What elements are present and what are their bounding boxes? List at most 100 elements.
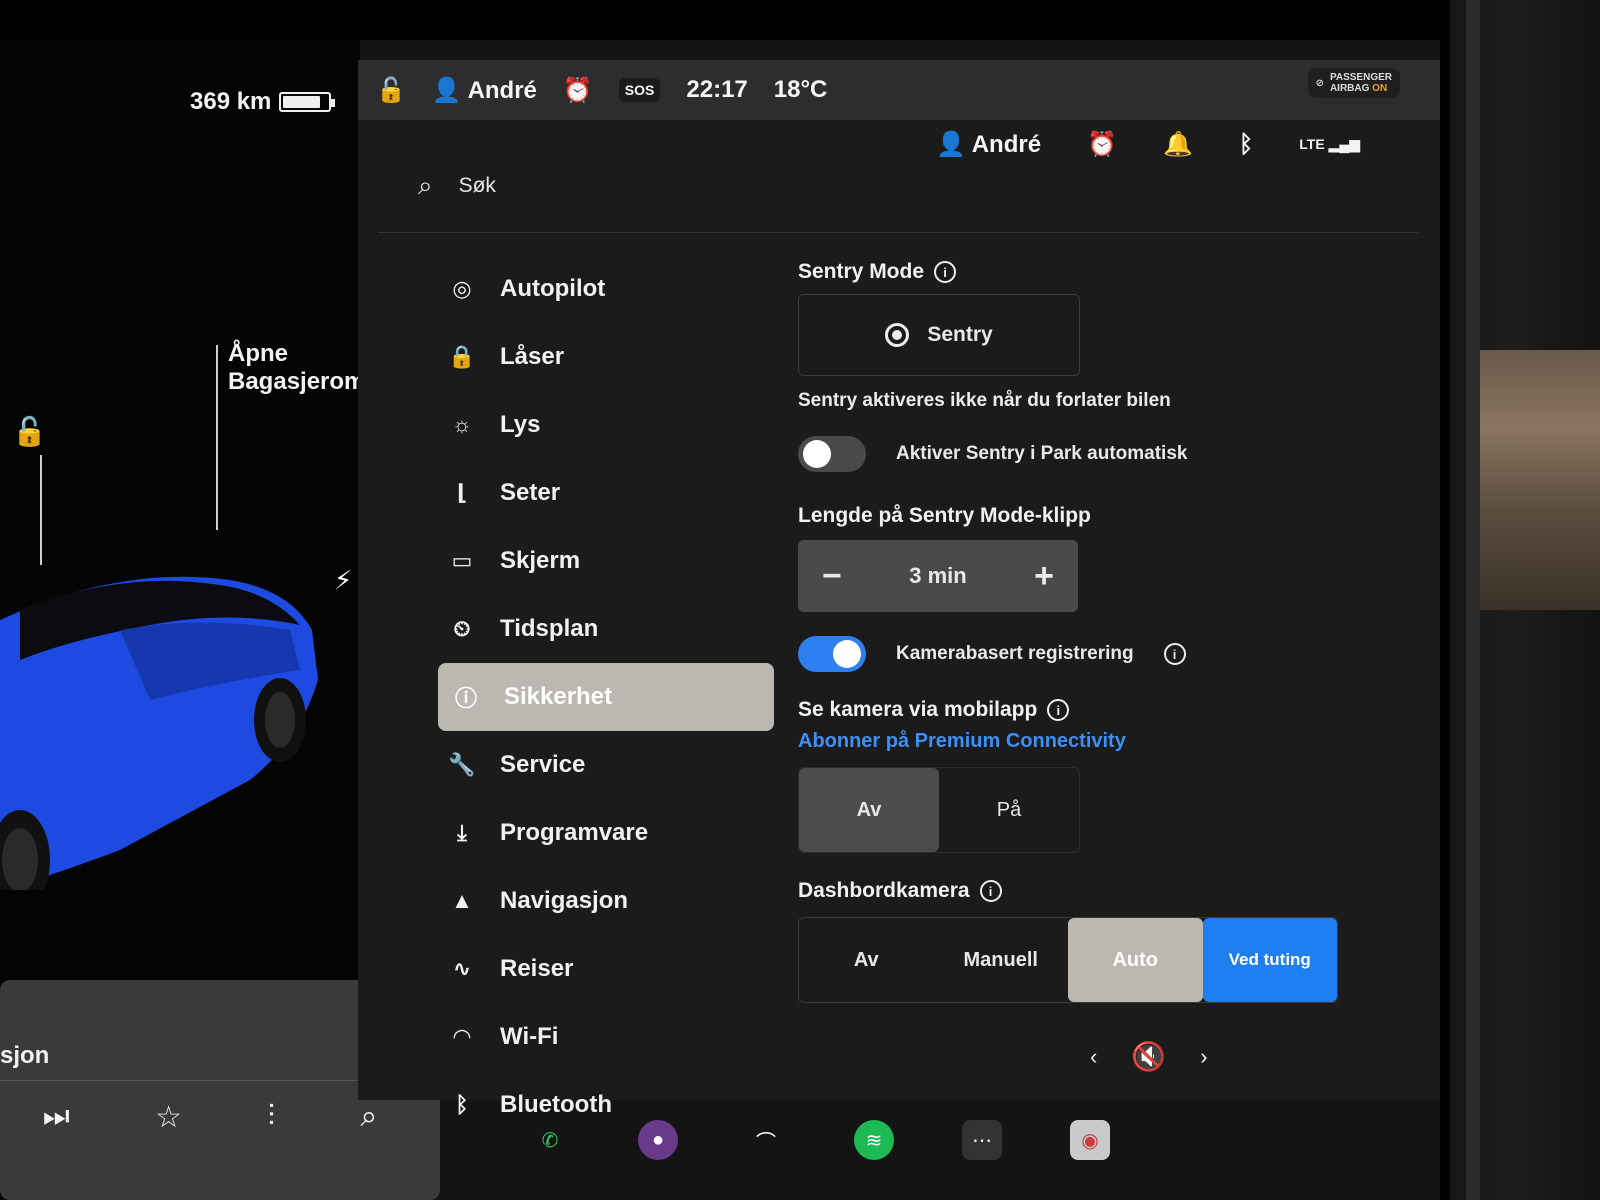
equalizer-icon[interactable]: ⫶	[268, 1100, 276, 1135]
settings-panel: 🔓 👤 André ⏰ SOS 22:17 18°C ⊘ PASSENGER A…	[358, 60, 1440, 1118]
menu-item-service[interactable]: 🔧 Service	[434, 731, 774, 799]
clip-length-heading: Lengde på Sentry Mode-klipp	[798, 504, 1378, 528]
menu-item-label: Autopilot	[500, 275, 606, 302]
skip-next-icon[interactable]: ⏭	[43, 1100, 70, 1135]
steering-wheel-icon: ◎	[452, 276, 472, 301]
header-icons: 👤 André ⏰ 🔔 ᛒ LTE ▂▄▆	[936, 130, 1360, 159]
info-icon[interactable]: i	[934, 261, 957, 283]
camera-app-icon[interactable]: ●	[638, 1120, 678, 1160]
menu-item-autopilot[interactable]: ◎ Autopilot	[434, 255, 774, 323]
dashcam-option-honk[interactable]: Ved tuting	[1202, 918, 1337, 1002]
menu-item-lights[interactable]: ☼ Lys	[434, 391, 774, 459]
trunk-label-line2: Bagasjerom	[228, 368, 366, 395]
menu-item-software[interactable]: ⤓ Programvare	[434, 799, 774, 867]
airbag-icon: ⊘	[1315, 77, 1324, 89]
car-panel: 369 km Åpne Bagasjerom 🔓 ⚡ sjon ⏭ ☆ ⫶ ⌕	[0, 40, 440, 1200]
auto-park-toggle[interactable]	[798, 436, 866, 472]
dashcam-heading: Dashbordkamera i	[798, 879, 1378, 903]
mute-icon[interactable]: 🔇	[1131, 1040, 1166, 1073]
menu-item-seats[interactable]: ⌊ Seter	[434, 459, 774, 527]
unlock-status-icon[interactable]: 🔓	[376, 76, 406, 105]
alarm-icon[interactable]: ⏰	[563, 76, 593, 105]
dashcam-option-manual[interactable]: Manuell	[934, 918, 1069, 1002]
menu-item-label: Lys	[500, 411, 541, 438]
menu-item-label: Tidsplan	[500, 615, 599, 642]
star-icon[interactable]: ☆	[155, 1100, 182, 1135]
minus-icon[interactable]: −	[822, 557, 842, 596]
trunk-callout-line	[216, 345, 218, 530]
premium-connectivity-link[interactable]: Abonner på Premium Connectivity	[798, 730, 1378, 753]
camera-detection-label: Kamerabasert registrering	[896, 643, 1134, 664]
open-trunk-button[interactable]: Åpne Bagasjerom	[228, 340, 365, 396]
charge-bolt-icon[interactable]: ⚡	[334, 565, 352, 596]
menu-item-security[interactable]: ⓘ Sikkerhet	[438, 663, 774, 731]
trips-icon: ∿	[452, 956, 472, 981]
menu-item-schedule[interactable]: ⏲ Tidsplan	[434, 595, 774, 663]
menu-item-navigation[interactable]: ▲ Navigasjon	[434, 867, 774, 935]
clip-length-value: 3 min	[909, 563, 967, 588]
menu-item-label: Sikkerhet	[504, 683, 613, 710]
bell-icon[interactable]: 🔔	[1163, 130, 1193, 159]
info-icon[interactable]: i	[1163, 643, 1186, 665]
clock: 22:17	[686, 76, 748, 103]
sentry-button[interactable]: Sentry	[798, 294, 1080, 376]
wrench-icon: 🔧	[448, 752, 476, 777]
wiper-icon[interactable]: ⌒	[746, 1120, 786, 1160]
car-model-image	[0, 576, 318, 890]
bluetooth-icon[interactable]: ᛒ	[1239, 131, 1253, 159]
chevron-right-icon[interactable]: ›	[1200, 1044, 1207, 1070]
auto-park-row: Aktiver Sentry i Park automatisk	[798, 436, 1378, 472]
mobile-view-heading: Se kamera via mobilapp i	[798, 698, 1378, 722]
media-controls: ⏭ ☆ ⫶ ⌕	[0, 1100, 420, 1135]
dashcam-option-off[interactable]: Av	[799, 918, 934, 1002]
unlock-icon[interactable]: 🔓	[12, 415, 47, 448]
range-value: 369 km	[190, 88, 272, 115]
chevron-left-icon[interactable]: ‹	[1090, 1044, 1097, 1070]
menu-item-trips[interactable]: ∿ Reiser	[434, 935, 774, 1003]
battery-icon	[279, 92, 336, 112]
volume-control: ‹ 🔇 ›	[1090, 1040, 1208, 1073]
toggle-knob	[803, 440, 831, 468]
camera-detection-toggle[interactable]	[798, 636, 866, 672]
camera-detection-row: Kamerabasert registrering i	[798, 636, 1378, 672]
search-icon: ⌕	[418, 170, 433, 200]
clip-length-label: Lengde på Sentry Mode-klipp	[798, 504, 1091, 527]
sos-button[interactable]: SOS	[618, 78, 661, 102]
light-icon: ☼	[451, 412, 473, 437]
search-input[interactable]: Søk	[459, 174, 496, 198]
alarm-icon[interactable]: ⏰	[1087, 130, 1117, 159]
phone-icon[interactable]: ✆	[530, 1120, 570, 1160]
spotify-icon[interactable]: ≋	[854, 1120, 894, 1160]
plus-icon[interactable]: +	[1034, 557, 1054, 596]
status-bar: 🔓 👤 André ⏰ SOS 22:17 18°C ⊘ PASSENGER A…	[358, 60, 1440, 120]
sentry-mode-title: Sentry Mode	[798, 260, 925, 283]
driver-profile[interactable]: 👤 André	[432, 76, 537, 105]
outside-temperature: 18°C	[773, 76, 828, 103]
header-profile[interactable]: 👤 André	[936, 130, 1041, 159]
settings-search[interactable]: ⌕ Søk	[418, 170, 496, 202]
touchscreen: 369 km Åpne Bagasjerom 🔓 ⚡ sjon ⏭ ☆ ⫶ ⌕ …	[0, 40, 1440, 1200]
dashboard-wood-inlay	[1480, 350, 1600, 610]
search-icon[interactable]: ⌕	[360, 1100, 377, 1135]
dashcam-app-icon[interactable]: ◉	[1070, 1120, 1110, 1160]
toggle-knob	[833, 640, 861, 668]
network-label: LTE	[1299, 136, 1325, 152]
menu-item-locks[interactable]: 🔒 Låser	[434, 323, 774, 391]
dashcam-title: Dashbordkamera	[798, 879, 970, 902]
mobile-option-off[interactable]: Av	[799, 768, 939, 852]
more-icon[interactable]: ⋯	[962, 1120, 1002, 1160]
info-icon[interactable]: i	[979, 880, 1002, 902]
info-icon[interactable]: i	[1047, 699, 1070, 721]
menu-item-label: Seter	[500, 479, 561, 506]
security-icon: ⓘ	[454, 686, 477, 711]
menu-item-wifi[interactable]: ◠ Wi-Fi	[434, 1003, 774, 1071]
security-settings: Sentry Mode i Sentry Sentry aktiveres ik…	[798, 260, 1378, 1003]
airbag-state: ON	[1372, 83, 1388, 94]
header-user-name: André	[971, 131, 1042, 158]
battery-level	[283, 96, 321, 108]
menu-item-display[interactable]: ▭ Skjerm	[434, 527, 774, 595]
dashcam-option-auto[interactable]: Auto	[1068, 918, 1203, 1002]
status-user-name: André	[467, 76, 537, 104]
mobile-option-on[interactable]: På	[939, 768, 1079, 852]
menu-item-label: Låser	[500, 343, 565, 370]
